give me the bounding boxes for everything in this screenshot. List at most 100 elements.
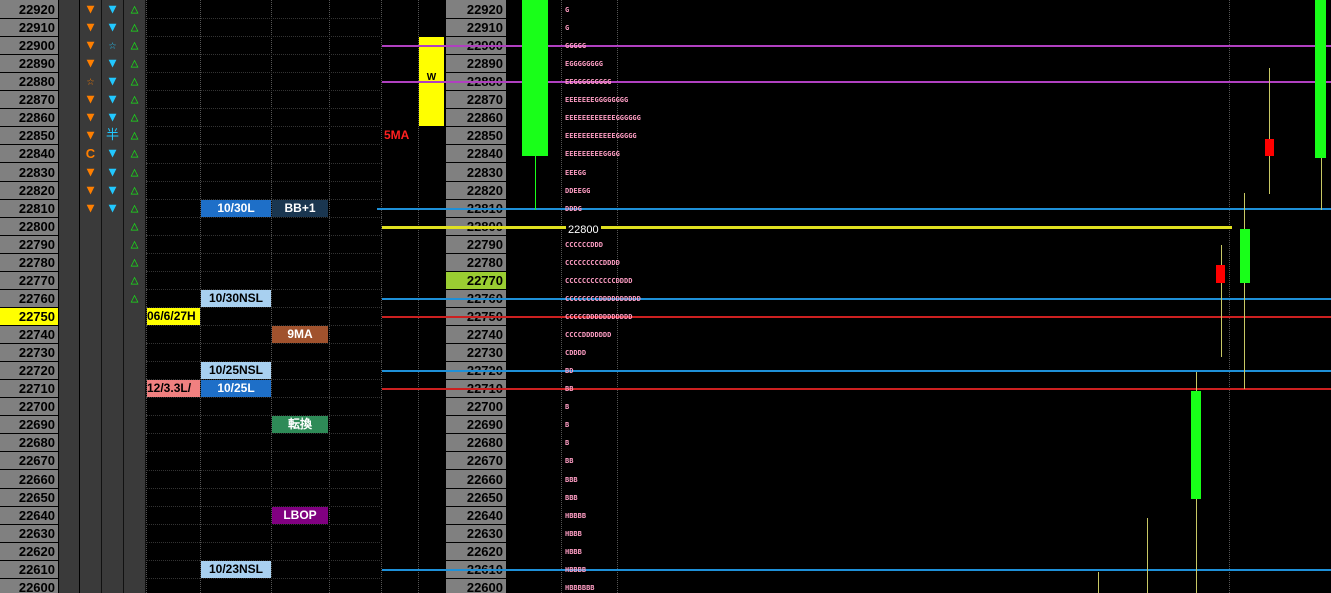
tpo-row: B <box>565 403 570 411</box>
cyan-down-triangle-icon: ▼ <box>108 92 117 107</box>
label-tenkan[interactable]: 転換 <box>272 416 328 433</box>
tpo-row: BD <box>565 367 574 375</box>
bull-candle <box>522 0 548 156</box>
tpo-row: HBBBBBB <box>565 584 595 592</box>
tpo-row: EEEEEEEGGGGGGGG <box>565 96 629 104</box>
price-cell: 22690 <box>0 416 58 434</box>
price-cell: 22610 <box>0 561 58 579</box>
price-cell: 22870 <box>446 91 506 109</box>
price-cell: 22670 <box>0 452 58 470</box>
price-cell: 22750 <box>0 308 58 326</box>
orange-down-triangle-icon: ▼ <box>86 92 95 107</box>
tpo-row: CCCCCCDDD <box>565 241 603 249</box>
yellow-line-22800 <box>382 226 1232 229</box>
bull-candle <box>1191 391 1201 499</box>
grid-hline <box>146 108 382 109</box>
label-9ma[interactable]: 9MA <box>272 326 328 343</box>
grid-hline <box>146 18 382 19</box>
label-lbop[interactable]: LBOP <box>272 507 328 524</box>
green-up-triangle-icon: △ <box>130 92 139 107</box>
price-cell: 22780 <box>446 254 506 272</box>
price-cell: 22700 <box>446 398 506 416</box>
price-cell: 22700 <box>0 398 58 416</box>
tpo-row: BBB <box>565 494 578 502</box>
grid-hline <box>146 36 382 37</box>
price-cell: 22710 <box>0 380 58 398</box>
green-up-triangle-icon: △ <box>130 74 139 89</box>
label-10-30l[interactable]: 10/30L <box>201 200 271 217</box>
price-cell: 22820 <box>446 182 506 200</box>
bull-candle <box>1315 0 1326 158</box>
grid-vline <box>329 0 330 593</box>
green-up-triangle-icon: △ <box>130 56 139 71</box>
price-cell: 22690 <box>446 416 506 434</box>
grid-hline <box>146 235 382 236</box>
price-cell: 22920 <box>0 1 58 19</box>
green-up-triangle-icon: △ <box>130 201 139 216</box>
tpo-row: G <box>565 24 570 32</box>
price-ladder-left: 22920 22910 22900 22890 22880 22870 22860 22850… <box>0 0 58 593</box>
cyan-down-triangle-icon: ▼ <box>108 20 117 35</box>
price-cell: 22910 <box>0 19 58 37</box>
tpo-row: EGGGGGGGG <box>565 60 603 68</box>
grid-hline <box>146 90 382 91</box>
cyan-down-triangle-icon: ▼ <box>108 110 117 125</box>
signal-column-1: ▼ ▼ ▼ ▼ ☆ ▼ ▼ ▼ C ▼ ▼ ▼ <box>80 0 102 593</box>
orange-down-triangle-icon: ▼ <box>86 56 95 71</box>
bear-candle <box>1265 139 1274 156</box>
price-cell: 22810 <box>0 200 58 218</box>
grid-hline <box>146 451 382 452</box>
label-bb-plus-1[interactable]: BB+1 <box>272 200 328 217</box>
price-cell: 22740 <box>0 326 58 344</box>
orange-down-triangle-icon: ▼ <box>86 165 95 180</box>
cyan-down-triangle-icon: ▼ <box>108 201 117 216</box>
price-cell: 22740 <box>446 326 506 344</box>
tpo-row: EEEGG <box>565 169 587 177</box>
cyan-down-triangle-icon: ▼ <box>108 56 117 71</box>
tpo-row: CCCCDDDDDDD <box>565 331 612 339</box>
tpo-row: HBBBB <box>565 512 587 520</box>
red-line-22750 <box>382 316 1331 318</box>
label-06-6-27h[interactable]: 06/6/27H <box>147 308 200 325</box>
grid-hline <box>146 542 382 543</box>
price-cell: 22820 <box>0 182 58 200</box>
grid-hline <box>146 470 382 471</box>
tpo-row: B <box>565 421 570 429</box>
cyan-down-triangle-icon: ▼ <box>108 183 117 198</box>
label-10-25nsl[interactable]: 10/25NSL <box>201 362 271 379</box>
orange-c-icon: C <box>85 146 96 161</box>
market-profile-board: 22920 22910 22900 22890 22880 22870 22860 22850… <box>0 0 1331 593</box>
bear-candle <box>1216 265 1225 283</box>
red-line-22710 <box>382 388 1331 390</box>
signal-column-3: △ △ △ △ △ △ △ △ △ △ △ △ △ △ △ △ △ <box>124 0 146 593</box>
ma-5-label: 5MA <box>384 128 410 142</box>
grid-hline <box>146 578 382 579</box>
label-10-23nsl[interactable]: 10/23NSL <box>201 561 271 578</box>
candle-wick <box>1244 193 1245 389</box>
grid-vline <box>561 0 562 593</box>
candle-wick <box>1147 518 1148 593</box>
price-cell: 22860 <box>0 109 58 127</box>
grid-vline <box>271 0 272 593</box>
price-cell: 22650 <box>446 489 506 507</box>
grid-hline <box>146 126 382 127</box>
orange-down-triangle-icon: ▼ <box>86 128 95 143</box>
tpo-row: CDDDD <box>565 349 587 357</box>
price-cell: 22800 <box>0 218 58 236</box>
green-up-triangle-icon: △ <box>130 110 139 125</box>
price-cell: 22730 <box>0 344 58 362</box>
grid-hline <box>146 253 382 254</box>
tpo-row: EEEEEEEEEEEEGGGGG <box>565 132 637 140</box>
price-cell: 22860 <box>446 109 506 127</box>
tpo-row: CCCCCCCCCCCCDDDD <box>565 277 633 285</box>
price-cell: 22630 <box>0 525 58 543</box>
green-up-triangle-icon: △ <box>130 2 139 17</box>
label-12-3-3l[interactable]: /12/3.3L <box>147 380 200 397</box>
blue-line-22760 <box>382 298 1331 300</box>
price-cell: 22680 <box>446 434 506 452</box>
price-cell: 22660 <box>446 471 506 489</box>
price-cell: 22640 <box>0 507 58 525</box>
price-cell: 22850 <box>446 127 506 145</box>
label-10-30nsl[interactable]: 10/30NSL <box>201 290 271 307</box>
label-10-25l[interactable]: 10/25L <box>201 380 271 397</box>
